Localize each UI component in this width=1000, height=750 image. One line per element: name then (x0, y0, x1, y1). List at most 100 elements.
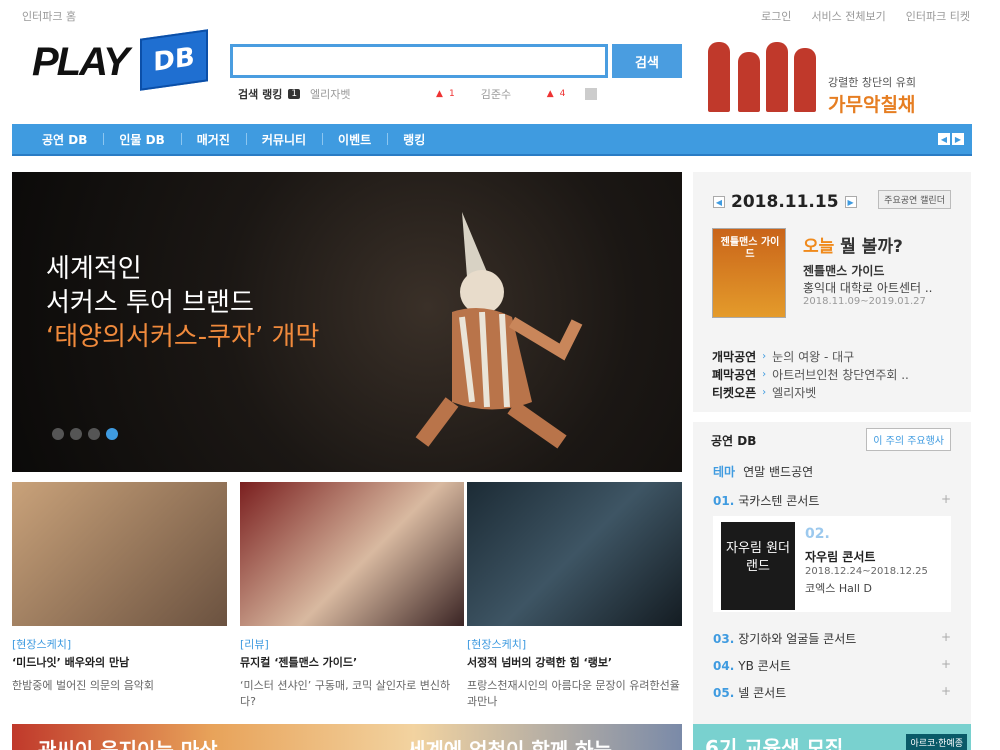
article-card-3[interactable]: [현장스케치] 서정적 넘버의 강력한 힘 ‘랭보’ 프랑스천재시인의 아름다운… (467, 482, 682, 710)
utility-bar: 인터파크 홈 로그인 서비스 전체보기 인터파크 티켓 (0, 0, 1000, 30)
theme-value[interactable]: 연말 밴드공연 (743, 463, 813, 480)
nav-item-magazine[interactable]: 매거진 (180, 131, 246, 148)
interpark-home-link[interactable]: 인터파크 홈 (22, 8, 76, 24)
search-ranking: 검색 랭킹 1 엘리자벳 ▲ 1 김준수 ▲ 4 (238, 86, 598, 102)
article-card-1[interactable]: [현장스케치] ‘미드나잇’ 배우와의 만남 한밤중에 벌어진 의문의 음악회 (12, 482, 227, 694)
db-list-item[interactable]: 01. 국카스텐 콘서트 + (713, 492, 951, 509)
page: 인터파크 홈 로그인 서비스 전체보기 인터파크 티켓 PLAY DB 검색 검… (0, 0, 1000, 750)
list-item[interactable]: 폐막공연 › 아트러브인천 창단연주회 .. (712, 366, 909, 384)
show-venue: 홍익대 대학로 아트센터 .. (803, 281, 933, 295)
chevron-right-icon: › (762, 387, 767, 398)
list-value: 눈의 여왕 - 대구 (772, 350, 855, 364)
featured-show[interactable]: 자우림 원더랜드 02. 자우림 콘서트 2018.12.24~2018.12.… (713, 516, 951, 612)
prev-arrow-icon[interactable]: ◀ (938, 133, 950, 145)
theme-row: 테마 연말 밴드공연 (713, 463, 813, 480)
utility-links: 로그인 서비스 전체보기 인터파크 티켓 (761, 8, 970, 24)
nav-item-event[interactable]: 이벤트 (322, 131, 387, 148)
next-arrow-icon[interactable]: ▶ (952, 133, 964, 145)
calendar-button[interactable]: 주요공연 캘린더 (878, 190, 951, 209)
banner-text-2: 세계에 엄청이 함께 하는 (407, 738, 612, 750)
today-rest: 뭘 볼까? (834, 237, 903, 257)
bottom-banner-right[interactable]: 6기 교육생 모집 아르코·한예종 (693, 724, 971, 750)
logo-db-cube: DB (140, 29, 208, 91)
login-link[interactable]: 로그인 (761, 8, 791, 24)
ranking-label: 검색 랭킹 (238, 88, 283, 101)
db-list-item[interactable]: 03. 장기하와 얼굴들 콘서트 + (713, 630, 951, 647)
hero-line-3: ‘태양의서커스-쿠자’ 개막 (46, 322, 320, 352)
featured-poster: 자우림 원더랜드 (721, 522, 795, 610)
ad-title: 가무악칠채 (828, 94, 916, 116)
list-value: 엘리자벳 (772, 386, 817, 400)
featured-number: 02. (805, 526, 830, 542)
hero-dot[interactable] (52, 428, 64, 440)
article-image-2 (240, 482, 464, 626)
main-nav: 공연 DB 인물 DB 매거진 커뮤니티 이벤트 랭킹 ◀ ▶ (12, 124, 972, 156)
nav-arrows: ◀ ▶ (938, 133, 964, 145)
hero-dot[interactable] (88, 428, 100, 440)
nav-item-community[interactable]: 커뮤니티 (245, 131, 322, 148)
bottom-banner-left[interactable]: 관씨이 음지이는 마상 세계에 엄청이 함께 하는 (12, 724, 682, 750)
ranking-change-2: 4 (559, 89, 566, 99)
list-item[interactable]: 개막공연 › 눈의 여왕 - 대구 (712, 348, 909, 366)
hero-dot[interactable] (70, 428, 82, 440)
show-db-heading[interactable]: 공연 DB (711, 432, 756, 449)
header-ad-banner[interactable]: 강렬한 창단의 유희 가무악칠채 (700, 38, 970, 124)
featured-title: 자우림 콘서트 (805, 550, 876, 564)
date-next-icon[interactable]: ▶ (844, 196, 857, 208)
hero-dot-active[interactable] (106, 428, 118, 440)
weekly-events-button[interactable]: 이 주의 주요행사 (866, 428, 951, 451)
all-services-link[interactable]: 서비스 전체보기 (811, 8, 885, 24)
banner-text-1: 관씨이 음지이는 마상 (38, 738, 218, 750)
ranking-up-icon-2: ▲ (546, 89, 554, 99)
today-word: 오늘 (803, 237, 835, 257)
ranking-up-icon-1: ▲ (436, 89, 443, 99)
ad-performer-figure (794, 48, 816, 112)
date-prev-icon[interactable]: ◀ (713, 196, 725, 208)
plus-icon[interactable]: + (941, 684, 951, 701)
article-title-3[interactable]: 서정적 넘버의 강력한 힘 ‘랭보’ (467, 654, 682, 670)
article-title-2[interactable]: 뮤지컬 ‘젠틀맨스 가이드’ (240, 654, 464, 670)
ad-performer-figure (766, 42, 788, 112)
article-title-1[interactable]: ‘미드나잇’ 배우와의 만남 (12, 654, 227, 670)
article-tag-1: [현장스케치] (12, 638, 72, 651)
item-number: 05. (713, 686, 735, 700)
ranking-number: 1 (288, 89, 301, 99)
plus-icon[interactable]: + (941, 492, 951, 509)
nav-item-person-db[interactable]: 인물 DB (103, 131, 180, 148)
clown-performer-image (415, 212, 583, 449)
ranking-keyword-1[interactable]: 엘리자벳 (310, 86, 430, 102)
chevron-right-icon: › (762, 351, 767, 362)
hero-line-2: 서커스 투어 브랜드 (46, 288, 254, 318)
ranking-dropdown-icon[interactable] (585, 88, 598, 100)
db-list-item[interactable]: 04. YB 콘서트 + (713, 657, 951, 674)
nav-item-ranking[interactable]: 랭킹 (387, 131, 441, 148)
hero-banner[interactable]: 세계적인 서커스 투어 브랜드 ‘태양의서커스-쿠자’ 개막 (12, 172, 682, 472)
playdb-logo[interactable]: PLAY DB (32, 29, 212, 92)
ad-performer-figure (738, 52, 760, 112)
item-title: 국카스텐 콘서트 (738, 494, 820, 508)
interpark-ticket-link[interactable]: 인터파크 티켓 (906, 8, 970, 24)
article-tag-3: [현장스케치] (467, 638, 527, 651)
ranking-keyword-2[interactable]: 김준수 (481, 86, 541, 102)
show-title[interactable]: 젠틀맨스 가이드 (803, 262, 884, 279)
ad-performer-figure (708, 42, 730, 112)
poster-text: 젠틀맨스 가이드 (720, 237, 780, 260)
search-button[interactable]: 검색 (612, 44, 682, 78)
list-key: 폐막공연 (712, 368, 757, 382)
today-list: 개막공연 › 눈의 여왕 - 대구 폐막공연 › 아트러브인천 창단연주회 .. 티켓오… (712, 348, 909, 402)
plus-icon[interactable]: + (941, 630, 951, 647)
chevron-right-icon: › (762, 369, 767, 380)
theme-label: 테마 (713, 465, 736, 479)
article-card-2[interactable]: [리뷰] 뮤지컬 ‘젠틀맨스 가이드’ ‘미스터 션샤인’ 구동매, 코믹 살인… (240, 482, 464, 710)
banner-tag: 아르코·한예종 (906, 734, 967, 750)
nav-item-show-db[interactable]: 공연 DB (26, 131, 103, 148)
current-date: 2018.11.15 (731, 192, 839, 212)
item-number: 01. (713, 494, 735, 508)
today-panel: ◀ 2018.11.15 ▶ 주요공연 캘린더 젠틀맨스 가이드 오늘 뭘 볼까… (693, 172, 971, 412)
search-input[interactable] (230, 44, 608, 78)
show-poster[interactable]: 젠틀맨스 가이드 (712, 228, 786, 318)
plus-icon[interactable]: + (941, 657, 951, 674)
article-tag-2: [리뷰] (240, 638, 269, 651)
list-item[interactable]: 티켓오픈 › 엘리자벳 (712, 384, 909, 402)
db-list-item[interactable]: 05. 넬 콘서트 + (713, 684, 951, 701)
